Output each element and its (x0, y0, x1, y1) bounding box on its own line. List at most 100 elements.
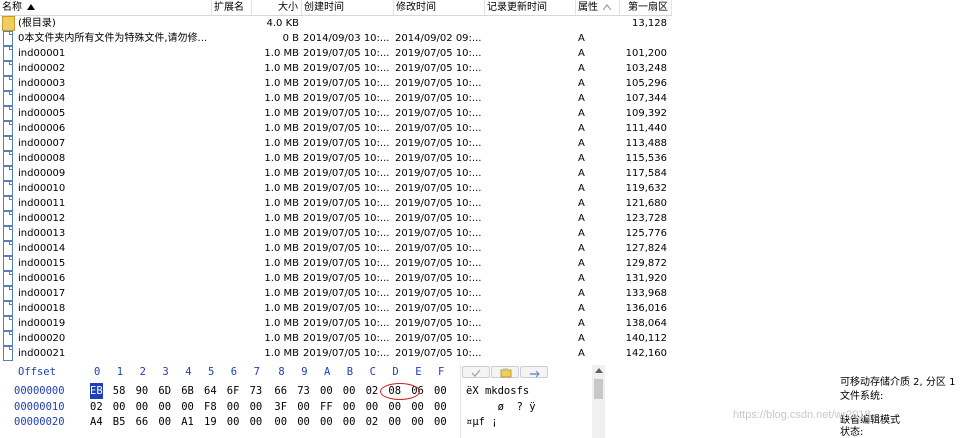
column-modified-label: 修改时间 (396, 2, 436, 13)
column-header-size[interactable]: 大小 (252, 0, 302, 15)
hex-byte[interactable]: FF (320, 399, 333, 415)
hex-byte[interactable]: 02 (366, 414, 379, 430)
tool-button[interactable] (520, 366, 548, 378)
file-row[interactable]: ind00009 1.0 MB 2019/07/05 10:... 2019/07/0… (0, 166, 672, 181)
hex-byte[interactable]: 00 (158, 399, 171, 415)
hex-byte[interactable]: 00 (227, 399, 240, 415)
hex-byte[interactable]: EB (90, 383, 103, 399)
hex-byte[interactable]: 6D (158, 383, 171, 399)
hex-byte[interactable]: 00 (250, 399, 263, 415)
file-attr: A (578, 153, 585, 164)
hex-byte[interactable]: 00 (343, 383, 356, 399)
file-row[interactable]: ind00012 1.0 MB 2019/07/05 10:... 2019/07/0… (0, 211, 672, 226)
hex-byte[interactable]: 6F (227, 383, 240, 399)
hex-byte[interactable]: 02 (366, 383, 379, 399)
hex-byte[interactable]: 00 (181, 399, 194, 415)
hex-byte[interactable]: 58 (113, 383, 126, 399)
file-row[interactable]: ind00001 1.0 MB 2019/07/05 10:... 2019/07/0… (0, 46, 672, 61)
file-row[interactable]: ind00015 1.0 MB 2019/07/05 10:... 2019/07/0… (0, 256, 672, 271)
hex-byte[interactable]: 19 (204, 414, 217, 430)
hex-byte[interactable]: 00 (297, 414, 310, 430)
hex-byte[interactable]: 00 (411, 399, 424, 415)
hex-byte[interactable]: 00 (434, 383, 447, 399)
hex-ascii[interactable]: ëX mkdosfs (466, 383, 529, 399)
column-header-first-sector[interactable]: 第一扇区 (620, 0, 672, 15)
file-row[interactable]: ind00013 1.0 MB 2019/07/05 10:... 2019/07/0… (0, 226, 672, 241)
hex-byte[interactable]: 00 (274, 414, 287, 430)
file-created: 2019/07/05 10:... (303, 213, 390, 224)
column-header-created[interactable]: 创建时间 (302, 0, 394, 15)
file-row[interactable]: ind00014 1.0 MB 2019/07/05 10:... 2019/07/0… (0, 241, 672, 256)
file-icon (3, 166, 13, 181)
hex-byte[interactable]: 00 (388, 399, 401, 415)
file-name: ind00004 (18, 93, 66, 104)
hex-byte[interactable]: 02 (90, 399, 103, 415)
column-header-attr[interactable]: 属性 (576, 0, 620, 15)
file-row[interactable]: (根目录) 4.0 KB 13,128 (0, 16, 672, 31)
file-row[interactable]: ind00008 1.0 MB 2019/07/05 10:... 2019/07/0… (0, 151, 672, 166)
hex-byte[interactable]: 00 (297, 399, 310, 415)
hex-byte[interactable]: 73 (297, 383, 310, 399)
hex-byte[interactable]: 00 (250, 414, 263, 430)
scroll-up-icon[interactable] (595, 368, 603, 373)
hex-byte[interactable]: A1 (181, 414, 194, 430)
file-first-sector: 103,248 (625, 63, 667, 74)
hex-byte[interactable]: 00 (366, 399, 379, 415)
file-row[interactable]: ind00019 1.0 MB 2019/07/05 10:... 2019/07/0… (0, 316, 672, 331)
hex-ascii[interactable]: ¤µf ¡ (466, 414, 498, 430)
file-row[interactable]: ind00016 1.0 MB 2019/07/05 10:... 2019/07/0… (0, 271, 672, 286)
file-row[interactable]: ind00021 1.0 MB 2019/07/05 10:... 2019/07/0… (0, 346, 672, 361)
hex-ascii[interactable]: ø ? ÿ (466, 399, 536, 415)
file-row[interactable]: ind00006 1.0 MB 2019/07/05 10:... 2019/07/0… (0, 121, 672, 136)
hex-byte[interactable]: 00 (113, 399, 126, 415)
column-header-record-updated[interactable]: 记录更新时间 (485, 0, 576, 15)
hex-byte[interactable]: 00 (434, 399, 447, 415)
file-row[interactable]: ind00020 1.0 MB 2019/07/05 10:... 2019/07/0… (0, 331, 672, 346)
file-modified: 2019/07/05 10:... (395, 198, 482, 209)
column-header-name[interactable]: 名称 (0, 0, 212, 15)
hex-row[interactable]: 00000010 02 00 00 00 00 F8 00 00 3F 00 FF 00 00 00 00 00… (0, 399, 592, 415)
hex-byte[interactable]: 00 (320, 383, 333, 399)
hex-byte[interactable]: 00 (227, 414, 240, 430)
hex-byte[interactable]: 66 (274, 383, 287, 399)
file-row[interactable]: ind00010 1.0 MB 2019/07/05 10:... 2019/07/0… (0, 181, 672, 196)
hex-byte[interactable]: 73 (250, 383, 263, 399)
hex-row[interactable]: 00000000 EB 58 90 6D 6B 64 6F 73 66 73 00 00 02 08 06 00… (0, 383, 592, 399)
hex-byte[interactable]: 66 (136, 414, 149, 430)
file-ext (212, 106, 252, 121)
file-row[interactable]: ind00003 1.0 MB 2019/07/05 10:... 2019/07/0… (0, 76, 672, 91)
hex-byte[interactable]: 6B (181, 383, 194, 399)
file-row[interactable]: ind00007 1.0 MB 2019/07/05 10:... 2019/07/0… (0, 136, 672, 151)
file-row[interactable]: ind00002 1.0 MB 2019/07/05 10:... 2019/07/0… (0, 61, 672, 76)
hex-byte[interactable]: 64 (204, 383, 217, 399)
hex-scrollbar[interactable] (592, 365, 605, 438)
hex-byte[interactable]: B5 (113, 414, 126, 430)
column-header-ext[interactable]: 扩展名 (212, 0, 252, 15)
file-row[interactable]: ind00005 1.0 MB 2019/07/05 10:... 2019/07/0… (0, 106, 672, 121)
hex-byte[interactable]: F8 (204, 399, 217, 415)
hex-byte[interactable]: 3F (274, 399, 287, 415)
hex-row[interactable]: 00000020 A4 B5 66 00 A1 19 00 00 00 00 00 00 02 00 00 00… (0, 414, 592, 430)
file-row[interactable]: ind00011 1.0 MB 2019/07/05 10:... 2019/07/0… (0, 196, 672, 211)
folder-view-button[interactable] (491, 366, 519, 378)
file-row[interactable]: ind00017 1.0 MB 2019/07/05 10:... 2019/07/0… (0, 286, 672, 301)
hex-byte[interactable]: 00 (136, 399, 149, 415)
hex-byte[interactable]: 00 (158, 414, 171, 430)
column-header-modified[interactable]: 修改时间 (394, 0, 485, 15)
hex-editor[interactable]: Offset 0123456789ABCDEF 00000000 EB 58 90 6D… (0, 365, 592, 438)
file-row[interactable]: ind00004 1.0 MB 2019/07/05 10:... 2019/07/0… (0, 91, 672, 106)
hex-byte[interactable]: 00 (320, 414, 333, 430)
file-ext (212, 196, 252, 211)
check-button[interactable] (462, 366, 490, 378)
hex-byte[interactable]: A4 (90, 414, 103, 430)
hex-byte[interactable]: 00 (343, 399, 356, 415)
scroll-thumb[interactable] (594, 379, 603, 399)
hex-byte[interactable]: 90 (136, 383, 149, 399)
file-row[interactable]: ind00018 1.0 MB 2019/07/05 10:... 2019/07/0… (0, 301, 672, 316)
hex-byte[interactable]: 00 (388, 414, 401, 430)
file-row[interactable]: 0本文件夹内所有文件为特殊文件,请勿修... 0 B 2014/09/03 10:.… (0, 31, 672, 46)
hex-byte[interactable]: 00 (434, 414, 447, 430)
hex-byte[interactable]: 00 (411, 414, 424, 430)
hex-byte[interactable]: 00 (343, 414, 356, 430)
file-attr: A (578, 48, 585, 59)
